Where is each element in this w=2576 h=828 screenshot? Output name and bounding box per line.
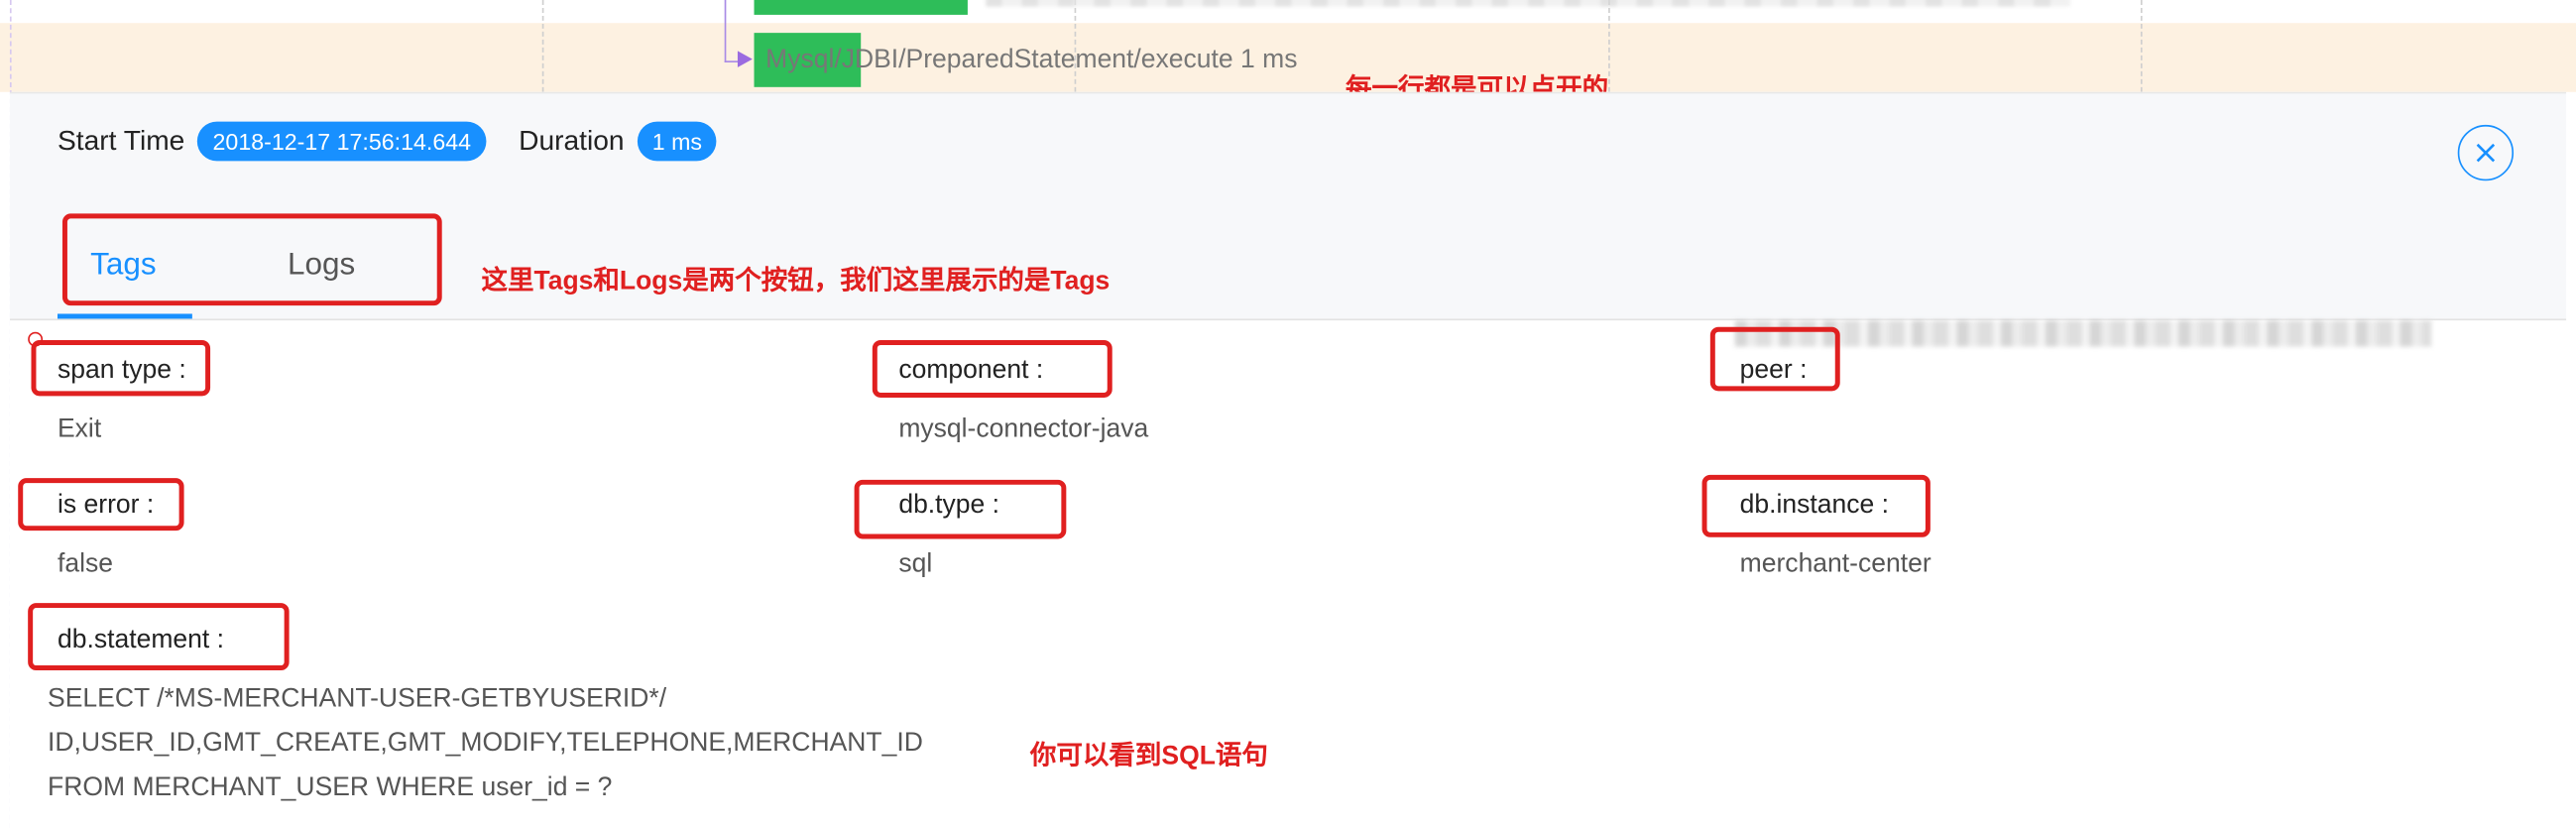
tag-value-db-type: sql	[898, 550, 933, 579]
start-time-badge: 2018-12-17 17:56:14.644	[197, 121, 486, 162]
sql-statement-line: FROM MERCHANT_USER WHERE user_id = ?	[48, 773, 613, 802]
span-detail-panel: Start Time 2018-12-17 17:56:14.644 Durat…	[9, 91, 2567, 828]
annotation-box-db-instance	[1701, 474, 1931, 537]
annotation-box-peer	[1709, 326, 1840, 392]
previous-span-label-obscured	[986, 0, 2070, 7]
annotation-box-db-statement	[28, 603, 290, 671]
tag-value-db-instance: merchant-center	[1739, 550, 1932, 579]
timeline-gridline	[1608, 0, 1610, 92]
close-icon	[2476, 143, 2496, 163]
annotation-box-tabs	[61, 213, 442, 306]
annotation-box-db-type	[854, 479, 1067, 539]
sql-statement-line: ID,USER_ID,GMT_CREATE,GMT_MODIFY,TELEPHO…	[48, 729, 923, 758]
annotation-box-is-error	[18, 478, 184, 532]
annotation-box-span-type	[31, 339, 211, 397]
tag-value-component: mysql-connector-java	[898, 415, 1149, 444]
duration-badge: 1 ms	[637, 121, 717, 162]
close-button[interactable]	[2457, 124, 2515, 181]
active-tab-indicator	[57, 313, 192, 319]
timeline-gridline	[2140, 0, 2143, 92]
timeline-gridline	[541, 0, 544, 92]
span-label[interactable]: Mysql/JDBI/PreparedStatement/execute 1 m…	[765, 46, 1297, 75]
tree-arrow-icon	[737, 51, 753, 67]
tag-value-is-error: false	[57, 550, 113, 579]
sql-statement-line: SELECT /*MS-MERCHANT-USER-GETBYUSERID*/	[48, 684, 667, 714]
annotation-sql-note: 你可以看到SQL语句	[1029, 742, 1268, 771]
span-detail-header: Start Time 2018-12-17 17:56:14.644 Durat…	[9, 93, 2567, 321]
start-time-label: Start Time	[57, 124, 185, 157]
annotation-tabs-note: 这里Tags和Logs是两个按钮，我们这里展示的是Tags	[481, 268, 1111, 296]
duration-label: Duration	[519, 124, 625, 157]
tag-value-span-type: Exit	[57, 415, 102, 444]
span-meta: Start Time 2018-12-17 17:56:14.644 Durat…	[57, 121, 750, 162]
trace-detail-view: Mysql/JDBI/PreparedStatement/execute 1 m…	[0, 0, 2576, 828]
span-duration-bar[interactable]	[754, 0, 968, 15]
annotation-box-component	[872, 339, 1112, 398]
